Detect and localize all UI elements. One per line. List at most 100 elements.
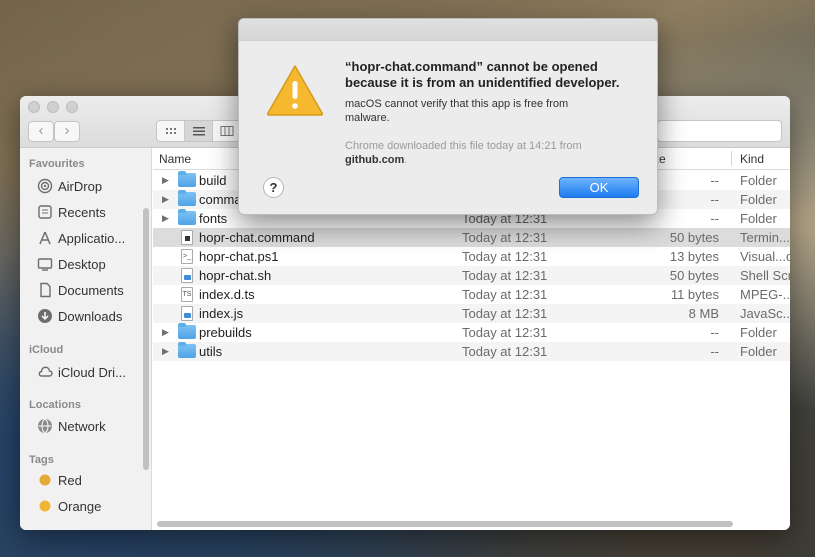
- file-kind: JavaSc...: [740, 306, 790, 321]
- forward-button[interactable]: ›: [54, 121, 80, 142]
- sidebar-item-desktop[interactable]: Desktop: [36, 254, 148, 274]
- file-name: hopr-chat.sh: [199, 268, 272, 283]
- network-icon: [36, 418, 53, 435]
- sidebar-heading-tags: Tags: [29, 454, 54, 466]
- file-date-modified: Today at 12:31: [462, 230, 548, 245]
- file-date-modified: Today at 12:31: [462, 249, 548, 264]
- help-button[interactable]: ?: [263, 177, 284, 198]
- horizontal-scrollbar[interactable]: [157, 521, 733, 527]
- sidebar-heading-favourites: Favourites: [29, 158, 85, 170]
- file-row[interactable]: TS index.d.ts Today at 12:31 11 bytes MPEG-.…: [153, 285, 790, 304]
- note-suffix: .: [404, 154, 408, 166]
- file-size: --: [710, 192, 719, 207]
- file-kind: Folder: [740, 192, 777, 207]
- sidebar-item-label: Desktop: [58, 256, 106, 272]
- file-name: utils: [199, 344, 223, 359]
- clock-icon: [36, 204, 53, 221]
- document-icon: [181, 268, 193, 283]
- document-icon: TS: [181, 287, 193, 302]
- folder-icon: [178, 323, 196, 339]
- file-kind: Termin...: [740, 230, 790, 245]
- sidebar-item-recents[interactable]: Recents: [36, 202, 148, 222]
- file-kind: Shell Scr: [740, 268, 790, 283]
- file-name: fonts: [199, 211, 228, 226]
- file-date-modified: Today at 12:31: [462, 306, 548, 321]
- finder-sidebar: Favourites AirDrop Recents Applicatio...…: [20, 148, 152, 530]
- file-date-modified: Today at 12:31: [462, 325, 548, 340]
- sidebar-item-tag-orange[interactable]: Orange: [36, 496, 148, 516]
- desktop-icon: [36, 256, 53, 273]
- file-size: 50 bytes: [669, 230, 719, 245]
- documents-icon: [36, 282, 53, 299]
- airdrop-icon: [36, 178, 53, 195]
- document-icon: [181, 230, 193, 245]
- search-input[interactable]: [657, 120, 782, 142]
- file-name: hopr-chat.ps1: [199, 249, 279, 264]
- folder-row[interactable]: ▶ utils Today at 12:31 -- Folder: [153, 342, 790, 361]
- sidebar-item-tag-red[interactable]: Red: [36, 470, 148, 490]
- warning-icon: [266, 65, 324, 116]
- folder-icon: [178, 209, 196, 225]
- ok-button[interactable]: OK: [559, 177, 639, 198]
- disclosure-triangle-icon[interactable]: ▶: [162, 342, 169, 361]
- alert-message: macOS cannot verify that this app is fre…: [345, 98, 569, 124]
- tag-dot-icon: [36, 498, 53, 515]
- folder-icon: [178, 342, 196, 358]
- sidebar-item-applications[interactable]: Applicatio...: [36, 228, 148, 248]
- sidebar-heading-icloud: iCloud: [29, 344, 64, 356]
- file-date-modified: Today at 12:31: [462, 268, 548, 283]
- minimize-window-button[interactable]: [47, 101, 59, 113]
- file-size: --: [710, 173, 719, 188]
- sidebar-item-network[interactable]: Network: [36, 416, 148, 436]
- sidebar-item-downloads[interactable]: Downloads: [36, 306, 148, 326]
- sidebar-item-label: Downloads: [58, 308, 123, 324]
- file-kind: Folder: [740, 344, 777, 359]
- sidebar-item-label: Documents: [58, 282, 124, 298]
- downloads-icon: [36, 308, 53, 325]
- column-header-kind[interactable]: Kind: [740, 152, 764, 166]
- folder-icon: [178, 171, 196, 187]
- file-size: 50 bytes: [669, 268, 719, 283]
- close-window-button[interactable]: [28, 101, 40, 113]
- file-kind: MPEG-...: [740, 287, 790, 302]
- file-date-modified: Today at 12:31: [462, 287, 548, 302]
- disclosure-triangle-icon[interactable]: ▶: [162, 323, 169, 342]
- file-date-modified: Today at 12:31: [462, 344, 548, 359]
- column-header-name[interactable]: Name: [159, 152, 191, 166]
- file-row[interactable]: >_ hopr-chat.ps1 Today at 12:31 13 bytes Vis…: [153, 247, 790, 266]
- file-size: 11 bytes: [670, 287, 719, 302]
- file-kind: Folder: [740, 173, 777, 188]
- file-name: prebuilds: [199, 325, 252, 340]
- disclosure-triangle-icon[interactable]: ▶: [162, 209, 169, 228]
- list-view-button[interactable]: [185, 121, 213, 141]
- sidebar-scrollbar[interactable]: [143, 208, 149, 470]
- sidebar-item-label: Red: [58, 472, 82, 488]
- alert-title: “hopr-chat.command” cannot be opened bec…: [345, 59, 620, 90]
- sidebar-item-label: Applicatio...: [58, 230, 126, 246]
- file-row[interactable]: hopr-chat.command Today at 12:31 50 bytes T…: [153, 228, 790, 247]
- file-kind: Folder: [740, 325, 777, 340]
- file-name: index.d.ts: [199, 287, 255, 302]
- file-row[interactable]: hopr-chat.sh Today at 12:31 50 bytes Shell …: [153, 266, 790, 285]
- sidebar-item-documents[interactable]: Documents: [36, 280, 148, 300]
- file-name: hopr-chat.command: [199, 230, 315, 245]
- column-divider[interactable]: [731, 151, 732, 166]
- tag-dot-icon: [36, 472, 53, 489]
- file-name: build: [199, 173, 227, 188]
- sidebar-item-icloud-drive[interactable]: iCloud Dri...: [36, 362, 148, 382]
- applications-icon: [36, 230, 53, 247]
- icon-view-button[interactable]: [157, 121, 185, 141]
- column-view-button[interactable]: [213, 121, 241, 141]
- zoom-window-button[interactable]: [66, 101, 78, 113]
- disclosure-triangle-icon[interactable]: ▶: [162, 190, 169, 209]
- document-icon: [181, 306, 193, 321]
- folder-row[interactable]: ▶ prebuilds Today at 12:31 -- Folder: [153, 323, 790, 342]
- back-button[interactable]: ‹: [28, 121, 54, 142]
- file-size: --: [710, 325, 719, 340]
- file-row[interactable]: index.js Today at 12:31 8 MB JavaSc...: [153, 304, 790, 323]
- file-size: --: [710, 344, 719, 359]
- disclosure-triangle-icon[interactable]: ▶: [162, 171, 169, 190]
- security-alert-dialog: “hopr-chat.command” cannot be opened bec…: [238, 18, 658, 215]
- sidebar-item-label: Network: [58, 418, 106, 434]
- sidebar-item-airdrop[interactable]: AirDrop: [36, 176, 148, 196]
